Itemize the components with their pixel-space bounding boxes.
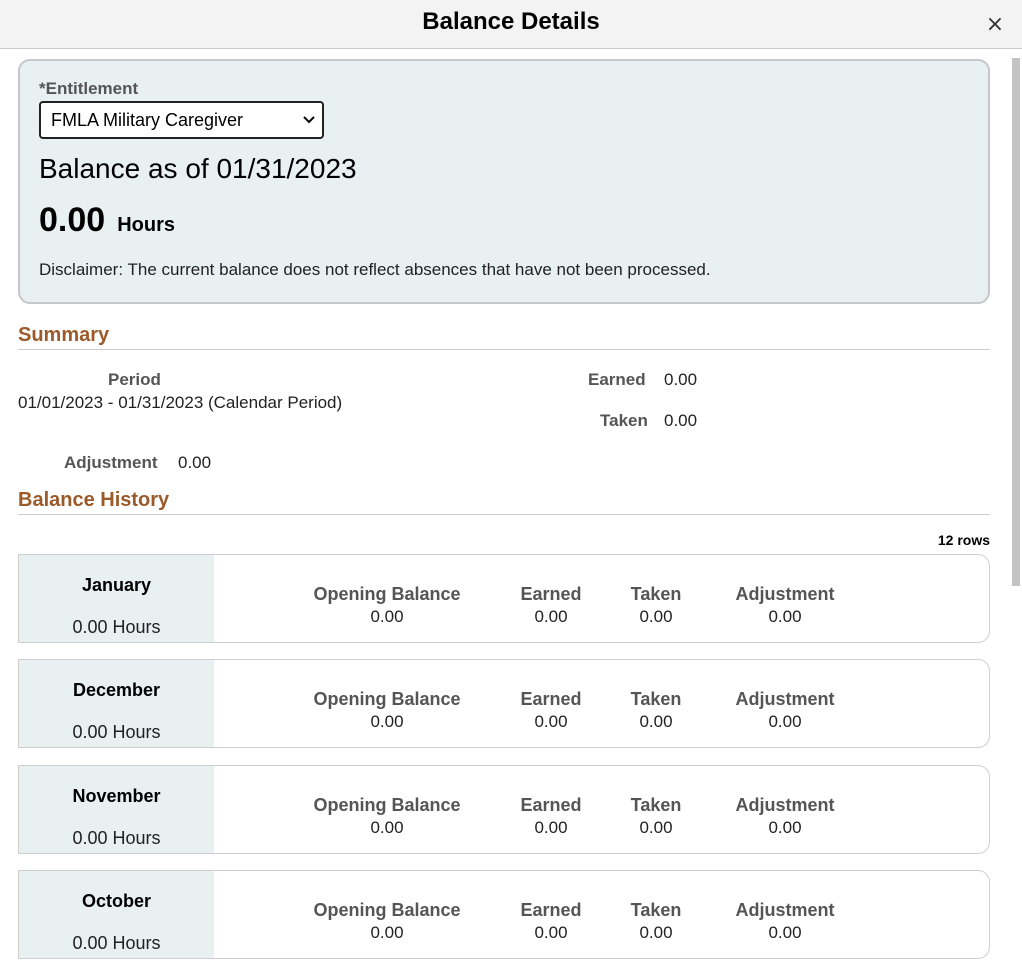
opening-balance-col: Opening Balance 0.00 bbox=[312, 900, 462, 943]
taken-col: Taken 0.00 bbox=[621, 689, 691, 732]
history-row[interactable]: October 0.00 Hours Opening Balance 0.00 … bbox=[18, 870, 990, 959]
taken-col: Taken 0.00 bbox=[621, 900, 691, 943]
opening-balance-value: 0.00 bbox=[370, 923, 404, 942]
month-cell: October 0.00 Hours bbox=[19, 871, 214, 958]
month-hours: 0.00 Hours bbox=[72, 828, 161, 848]
adjustment-col: Adjustment 0.00 bbox=[725, 795, 845, 838]
balance-value: 0.00 bbox=[39, 201, 106, 239]
adjustment-value: 0.00 bbox=[178, 453, 212, 472]
taken-col-value: 0.00 bbox=[639, 712, 673, 731]
adjustment-col-label: Adjustment bbox=[735, 795, 835, 815]
earned-col: Earned 0.00 bbox=[511, 795, 591, 838]
month-hours: 0.00 Hours bbox=[72, 617, 161, 637]
month-name: October bbox=[81, 891, 151, 911]
taken-col-label: Taken bbox=[630, 584, 682, 604]
dialog-title: Balance Details bbox=[422, 8, 600, 35]
taken-col-value: 0.00 bbox=[639, 923, 673, 942]
opening-balance-label: Opening Balance bbox=[313, 795, 461, 815]
month-hours: 0.00 Hours bbox=[72, 722, 161, 742]
earned-col-value: 0.00 bbox=[534, 712, 568, 731]
close-button[interactable]: × bbox=[984, 14, 1006, 36]
chevron-down-icon bbox=[303, 116, 315, 124]
history-row[interactable]: December 0.00 Hours Opening Balance 0.00… bbox=[18, 659, 990, 748]
month-hours: 0.00 Hours bbox=[72, 933, 161, 953]
scrollbar[interactable] bbox=[1012, 58, 1020, 586]
month-cell: November 0.00 Hours bbox=[19, 766, 214, 853]
earned-col-label: Earned bbox=[520, 689, 582, 709]
taken-value: 0.00 bbox=[664, 411, 698, 430]
adjustment-col: Adjustment 0.00 bbox=[725, 900, 845, 943]
taken-col-value: 0.00 bbox=[639, 607, 673, 626]
earned-label: Earned bbox=[588, 370, 646, 389]
opening-balance-col: Opening Balance 0.00 bbox=[312, 795, 462, 838]
adjustment-label: Adjustment bbox=[64, 453, 158, 472]
taken-col: Taken 0.00 bbox=[621, 584, 691, 627]
history-row[interactable]: November 0.00 Hours Opening Balance 0.00… bbox=[18, 765, 990, 854]
earned-col-value: 0.00 bbox=[534, 818, 568, 837]
opening-balance-value: 0.00 bbox=[370, 607, 404, 626]
taken-col: Taken 0.00 bbox=[621, 795, 691, 838]
earned-col-value: 0.00 bbox=[534, 923, 568, 942]
adjustment-col-value: 0.00 bbox=[768, 607, 802, 626]
balance-unit: Hours bbox=[117, 214, 175, 236]
opening-balance-col: Opening Balance 0.00 bbox=[312, 584, 462, 627]
earned-col-value: 0.00 bbox=[534, 607, 568, 626]
earned-value: 0.00 bbox=[664, 370, 698, 389]
earned-col: Earned 0.00 bbox=[511, 584, 591, 627]
balance-amount: 0.00 Hours bbox=[39, 201, 969, 240]
period-label: Period bbox=[108, 370, 161, 389]
earned-col-label: Earned bbox=[520, 584, 582, 604]
opening-balance-col: Opening Balance 0.00 bbox=[312, 689, 462, 732]
taken-label: Taken bbox=[600, 411, 648, 430]
adjustment-col-label: Adjustment bbox=[735, 900, 835, 920]
adjustment-col-value: 0.00 bbox=[768, 712, 802, 731]
taken-col-label: Taken bbox=[630, 795, 682, 815]
earned-col-label: Earned bbox=[520, 795, 582, 815]
month-name: November bbox=[72, 786, 161, 806]
dialog-content: *Entitlement FMLA Military Caregiver Bal… bbox=[18, 59, 990, 959]
summary-heading: Summary bbox=[18, 324, 990, 350]
balance-history-heading: Balance History bbox=[18, 489, 990, 515]
opening-balance-value: 0.00 bbox=[370, 712, 404, 731]
taken-col-value: 0.00 bbox=[639, 818, 673, 837]
history-row[interactable]: January 0.00 Hours Opening Balance 0.00 … bbox=[18, 554, 990, 643]
adjustment-col: Adjustment 0.00 bbox=[725, 689, 845, 732]
entitlement-selected-value: FMLA Military Caregiver bbox=[51, 109, 244, 130]
month-cell: December 0.00 Hours bbox=[19, 660, 214, 747]
adjustment-col-value: 0.00 bbox=[768, 923, 802, 942]
taken-col-label: Taken bbox=[630, 689, 682, 709]
adjustment-col: Adjustment 0.00 bbox=[725, 584, 845, 627]
earned-col: Earned 0.00 bbox=[511, 689, 591, 732]
adjustment-col-label: Adjustment bbox=[735, 689, 835, 709]
month-name: December bbox=[72, 680, 161, 700]
dialog-header: Balance Details × bbox=[0, 0, 1022, 49]
opening-balance-label: Opening Balance bbox=[313, 689, 461, 709]
adjustment-col-value: 0.00 bbox=[768, 818, 802, 837]
row-count: 12 rows bbox=[937, 532, 990, 548]
balance-panel: *Entitlement FMLA Military Caregiver Bal… bbox=[18, 59, 990, 304]
opening-balance-label: Opening Balance bbox=[313, 584, 461, 604]
month-name: January bbox=[81, 575, 152, 595]
taken-col-label: Taken bbox=[630, 900, 682, 920]
opening-balance-label: Opening Balance bbox=[313, 900, 461, 920]
entitlement-label: *Entitlement bbox=[39, 79, 139, 98]
entitlement-select[interactable]: FMLA Military Caregiver bbox=[39, 101, 324, 139]
earned-col: Earned 0.00 bbox=[511, 900, 591, 943]
opening-balance-value: 0.00 bbox=[370, 818, 404, 837]
disclaimer-text: Disclaimer: The current balance does not… bbox=[39, 260, 711, 279]
period-value: 01/01/2023 - 01/31/2023 (Calendar Period… bbox=[18, 393, 343, 412]
adjustment-col-label: Adjustment bbox=[735, 584, 835, 604]
month-cell: January 0.00 Hours bbox=[19, 555, 214, 642]
balance-as-of: Balance as of 01/31/2023 bbox=[39, 153, 357, 184]
earned-col-label: Earned bbox=[520, 900, 582, 920]
